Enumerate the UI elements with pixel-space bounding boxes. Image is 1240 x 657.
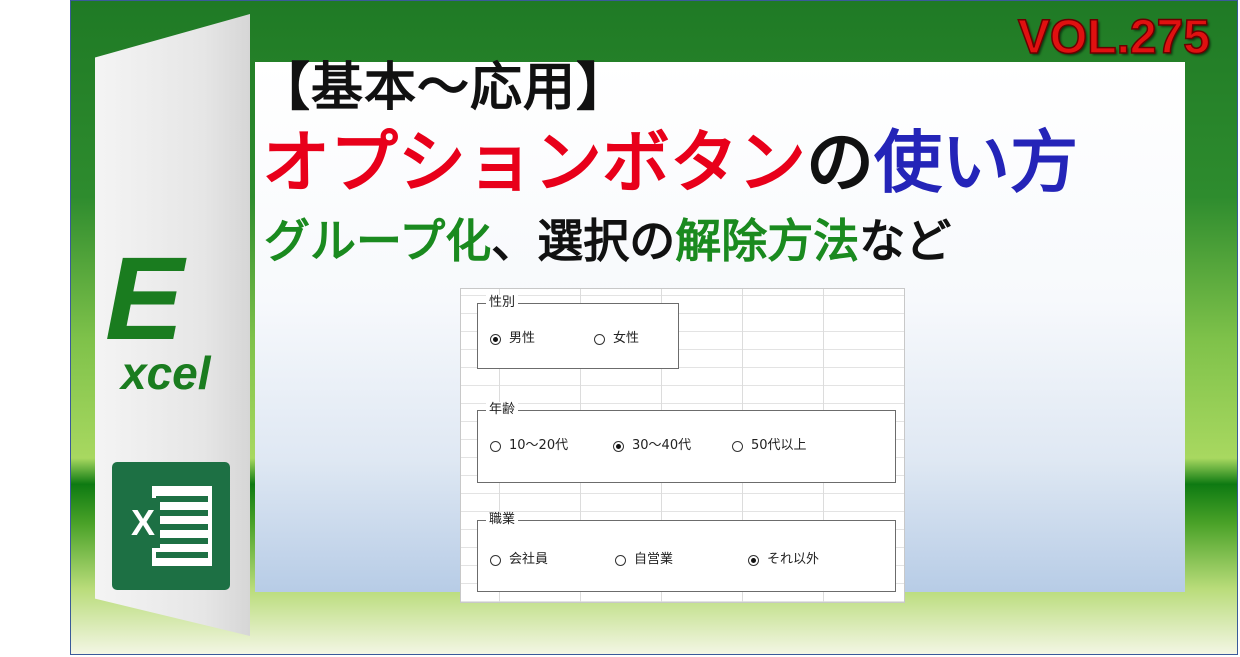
age-option-10-20[interactable]: 10～20代 — [490, 438, 568, 454]
age-group-title: 年齢 — [486, 402, 519, 418]
option-label: 30～40代 — [632, 438, 692, 453]
radio-unselected-icon[interactable] — [732, 440, 743, 452]
title-line-2: オプションボタンの使い方 — [262, 130, 1078, 198]
radio-unselected-icon[interactable] — [615, 554, 626, 566]
radio-selected-icon[interactable] — [748, 554, 759, 566]
excel-wordmark: E xcel — [105, 240, 245, 410]
title-how-to-use: 使い方 — [874, 124, 1079, 203]
subtitle-clear-method: 解除方法 — [675, 214, 860, 268]
job-option-other[interactable]: それ以外 — [748, 552, 819, 568]
radio-selected-icon[interactable] — [613, 440, 624, 452]
job-option-self-employed[interactable]: 自営業 — [615, 552, 673, 568]
excel-app-icon: X — [112, 462, 230, 590]
job-group-box: 職業 会社員 自営業 それ以外 — [477, 512, 896, 592]
spreadsheet-area: 性別 男性 女性 年齢 10～20代 30～40代 50代以上 職業 会社員 自… — [460, 288, 905, 603]
title-particle: の — [806, 124, 875, 203]
excel-sheet-shape — [152, 486, 212, 566]
option-label: 男性 — [509, 331, 536, 346]
title-option-button: オプションボタン — [262, 124, 807, 203]
option-label: 女性 — [613, 331, 640, 346]
excel-wordmark-e: E — [105, 233, 184, 365]
excel-x-badge: X — [126, 498, 160, 548]
radio-selected-icon[interactable] — [490, 333, 501, 345]
subtitle-selection: 、選択の — [491, 214, 676, 268]
age-group-box: 年齢 10～20代 30～40代 50代以上 — [477, 402, 896, 483]
sheet-row-line — [156, 538, 208, 544]
sheet-row-line — [156, 524, 208, 530]
sheet-row-line — [156, 552, 208, 558]
option-label: 自営業 — [634, 552, 674, 567]
volume-label: VOL.275 — [1017, 11, 1211, 64]
radio-unselected-icon[interactable] — [594, 333, 605, 345]
subtitle-grouping: グループ化 — [264, 214, 492, 268]
job-group-title: 職業 — [486, 512, 519, 528]
subtitle-etc: など — [859, 214, 952, 268]
radio-unselected-icon[interactable] — [490, 554, 501, 566]
gender-option-male[interactable]: 男性 — [490, 331, 535, 347]
age-option-50-plus[interactable]: 50代以上 — [732, 438, 807, 454]
sheet-row-line — [156, 496, 208, 502]
gender-group-box: 性別 男性 女性 — [477, 295, 679, 369]
radio-unselected-icon[interactable] — [490, 440, 501, 452]
gender-group-title: 性別 — [486, 295, 519, 311]
excel-wordmark-xcel: xcel — [121, 347, 211, 399]
age-option-30-40[interactable]: 30～40代 — [613, 438, 691, 454]
option-label: 50代以上 — [751, 438, 807, 453]
title-line-3: グループ化、選択の解除方法など — [264, 218, 951, 264]
option-label: 10～20代 — [509, 438, 569, 453]
option-label: それ以外 — [767, 552, 820, 567]
sheet-row-line — [156, 510, 208, 516]
gender-option-female[interactable]: 女性 — [594, 331, 639, 347]
option-label: 会社員 — [509, 552, 549, 567]
title-line-1: 【基本～応用】 — [258, 58, 630, 118]
job-option-employee[interactable]: 会社員 — [490, 552, 548, 568]
